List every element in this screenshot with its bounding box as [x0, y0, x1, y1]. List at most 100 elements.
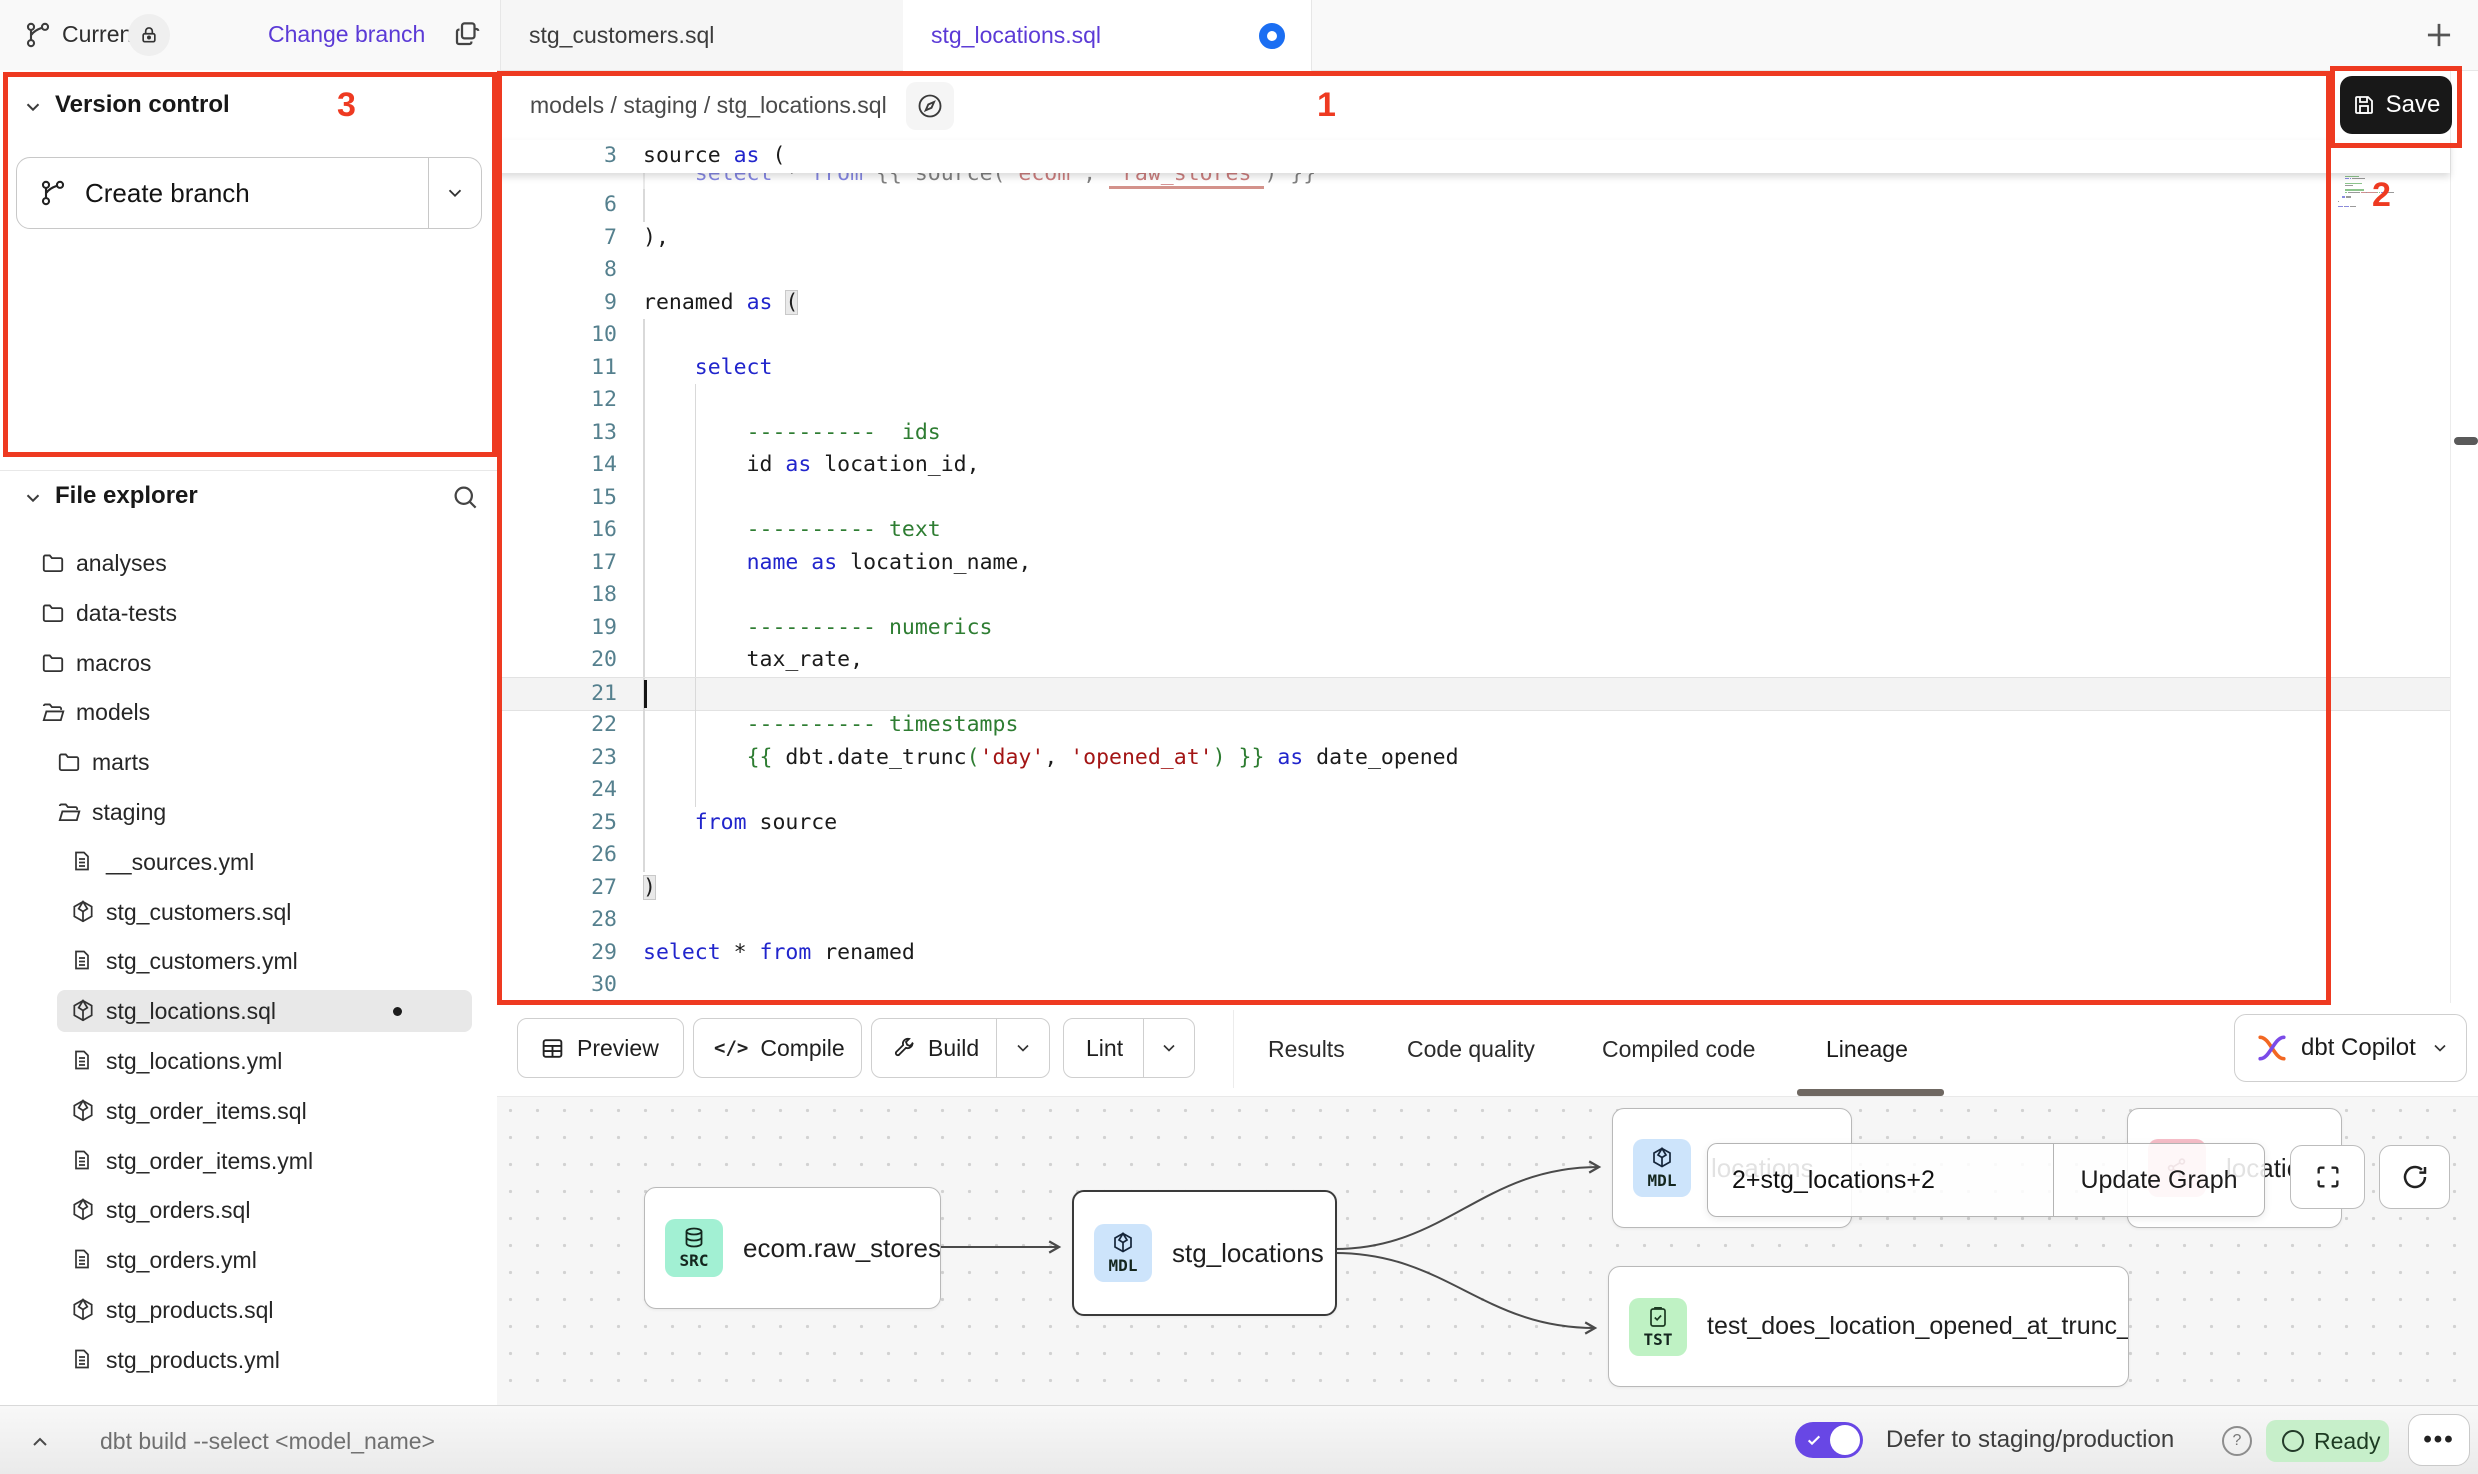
sidebar-divider	[0, 470, 497, 471]
code-line-13[interactable]: 13 ---------- ids	[497, 417, 2450, 450]
table-icon	[540, 1036, 565, 1061]
tab-stg-locations[interactable]: stg_locations.sql	[903, 0, 1312, 71]
save-label: Save	[2386, 91, 2441, 119]
build-button[interactable]: Build	[871, 1018, 1050, 1078]
chevron-down-icon[interactable]	[22, 487, 44, 509]
code-line-19[interactable]: 19 ---------- numerics	[497, 612, 2450, 645]
code-line-8[interactable]: 8	[497, 254, 2450, 287]
help-icon[interactable]: ?	[2222, 1426, 2252, 1456]
partially-scrolled-code-line[interactable]: select * from {{ source('ecom', 'raw_sto…	[497, 173, 2450, 189]
folder-open-icon	[40, 699, 66, 725]
code-icon: </>	[714, 1037, 748, 1059]
file-tree-item-staging[interactable]: staging	[0, 790, 497, 834]
more-options-button[interactable]: •••	[2408, 1414, 2470, 1466]
model-badge: MDL	[1094, 1224, 1152, 1282]
code-line-9[interactable]: 9renamed as (	[497, 287, 2450, 320]
test-badge: TST	[1629, 1298, 1687, 1356]
ready-status-badge[interactable]: Ready	[2266, 1420, 2389, 1462]
version-control-title: Version control	[55, 91, 230, 119]
code-line-11[interactable]: 11 select	[497, 352, 2450, 385]
chevron-up-icon[interactable]	[28, 1430, 52, 1454]
node-label: ecom.raw_stores	[743, 1233, 941, 1264]
code-editor[interactable]: 3source as ( select * from {{ source('ec…	[497, 140, 2450, 1003]
file-tree-item-stg-products-sql[interactable]: stg_products.sql	[0, 1288, 497, 1332]
explore-compass-icon[interactable]	[906, 82, 954, 130]
lineage-node-stg-locations[interactable]: MDL stg_locations	[1072, 1190, 1337, 1316]
build-dropdown[interactable]	[996, 1019, 1049, 1077]
code-line-12[interactable]: 12	[497, 384, 2450, 417]
save-button[interactable]: Save	[2340, 76, 2452, 134]
code-line-28[interactable]: 28	[497, 904, 2450, 937]
tab-compiled-code[interactable]: Compiled code	[1602, 1036, 1755, 1063]
preview-label: Preview	[577, 1035, 659, 1062]
code-line-27[interactable]: 27)	[497, 872, 2450, 905]
scrollbar-handle[interactable]	[2454, 437, 2478, 445]
refresh-button[interactable]	[2379, 1145, 2450, 1209]
file-tree-item-models[interactable]: models	[0, 690, 497, 734]
file-tree-item-stg-customers-yml[interactable]: stg_customers.yml	[0, 939, 497, 983]
code-line-25[interactable]: 25 from source	[497, 807, 2450, 840]
code-line-15[interactable]: 15	[497, 482, 2450, 515]
file-tree-item-stg-products-yml[interactable]: stg_products.yml	[0, 1338, 497, 1382]
file-tree-item-stg-order-items-sql[interactable]: stg_order_items.sql	[0, 1089, 497, 1133]
dbt-copilot-button[interactable]: dbt Copilot	[2234, 1014, 2467, 1082]
file-tree-item-analyses[interactable]: analyses	[0, 541, 497, 585]
copy-icon[interactable]	[452, 19, 482, 49]
code-line-20[interactable]: 20 tax_rate,	[497, 644, 2450, 677]
preview-button[interactable]: Preview	[517, 1018, 684, 1078]
model-icon	[70, 899, 96, 925]
update-graph-button[interactable]: Update Graph	[2053, 1144, 2264, 1216]
create-branch-button[interactable]: Create branch	[16, 157, 482, 229]
folder-icon	[40, 650, 66, 676]
change-branch-link[interactable]: Change branch	[268, 21, 425, 48]
file-tree-item-stg-locations-yml[interactable]: stg_locations.yml	[0, 1039, 497, 1083]
file-tree-item-marts[interactable]: marts	[0, 740, 497, 784]
model-icon	[70, 998, 96, 1024]
code-line-26[interactable]: 26	[497, 839, 2450, 872]
lineage-search-input[interactable]: 2+stg_locations+2	[1732, 1166, 1935, 1195]
file-tree-item-stg-orders-sql[interactable]: stg_orders.sql	[0, 1188, 497, 1232]
code-line-30[interactable]: 30	[497, 969, 2450, 1002]
code-line-23[interactable]: 23 {{ dbt.date_trunc('day', 'opened_at')…	[497, 742, 2450, 775]
chevron-down-icon[interactable]	[22, 96, 44, 118]
file-icon	[70, 1247, 94, 1271]
code-line-24[interactable]: 24	[497, 774, 2450, 807]
code-line-10[interactable]: 10	[497, 319, 2450, 352]
code-line-14[interactable]: 14 id as location_id,	[497, 449, 2450, 482]
file-tree-item-stg-orders-yml[interactable]: stg_orders.yml	[0, 1238, 497, 1282]
code-line-16[interactable]: 16 ---------- text	[497, 514, 2450, 547]
code-line-21[interactable]: 21	[497, 677, 2450, 712]
file-tree-item-stg-locations-sql[interactable]: stg_locations.sql	[0, 989, 497, 1033]
lineage-node-source[interactable]: SRC ecom.raw_stores	[644, 1187, 941, 1309]
tab-lineage[interactable]: Lineage	[1826, 1036, 1908, 1063]
wrench-icon	[892, 1036, 916, 1060]
code-line-7[interactable]: 7),	[497, 222, 2450, 255]
code-line-22[interactable]: 22 ---------- timestamps	[497, 709, 2450, 742]
code-line-18[interactable]: 18	[497, 579, 2450, 612]
search-icon[interactable]	[450, 482, 480, 512]
new-tab-plus-icon[interactable]	[2420, 16, 2458, 54]
fullscreen-icon	[2314, 1163, 2342, 1191]
create-branch-dropdown[interactable]	[428, 158, 481, 228]
code-line-29[interactable]: 29select * from renamed	[497, 937, 2450, 970]
tab-code-quality[interactable]: Code quality	[1407, 1036, 1535, 1063]
tab-results[interactable]: Results	[1268, 1036, 1345, 1063]
sticky-code-line[interactable]: 3source as (	[497, 140, 2450, 173]
lineage-node-test[interactable]: TST test_does_location_opened_at_trunc_t…	[1608, 1266, 2129, 1387]
lint-dropdown[interactable]	[1143, 1019, 1194, 1077]
file-tree-item-macros[interactable]: macros	[0, 641, 497, 685]
file-tree-item--sources-yml[interactable]: __sources.yml	[0, 840, 497, 884]
code-line-6[interactable]: 6	[497, 189, 2450, 222]
file-tree-item-data-tests[interactable]: data-tests	[0, 591, 497, 635]
tab-stg-customers[interactable]: stg_customers.sql	[500, 0, 905, 70]
file-tree-item-stg-order-items-yml[interactable]: stg_order_items.yml	[0, 1139, 497, 1183]
tab-label: stg_customers.sql	[529, 22, 714, 49]
lint-button[interactable]: Lint	[1063, 1018, 1195, 1078]
defer-toggle[interactable]	[1795, 1422, 1863, 1458]
compile-button[interactable]: </> Compile	[693, 1018, 862, 1078]
file-tree-item-stg-customers-sql[interactable]: stg_customers.sql	[0, 890, 497, 934]
code-line-17[interactable]: 17 name as location_name,	[497, 547, 2450, 580]
command-input[interactable]: dbt build --select <model_name>	[100, 1428, 435, 1455]
git-branch-icon	[39, 179, 67, 207]
fullscreen-button[interactable]	[2290, 1145, 2365, 1209]
